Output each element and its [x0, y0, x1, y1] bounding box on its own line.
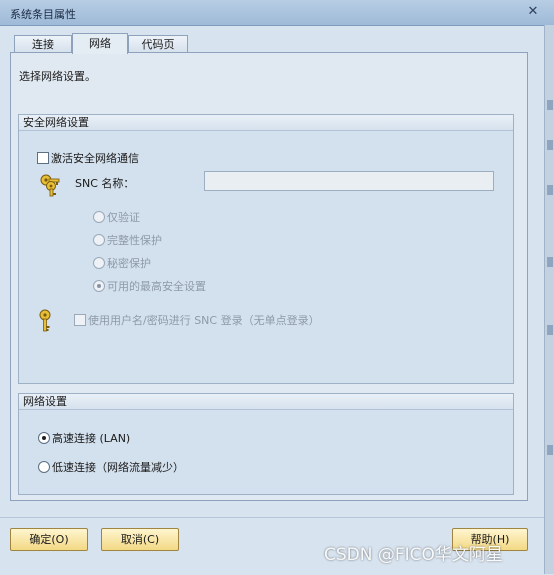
radio-label: 可用的最高安全设置: [107, 280, 206, 293]
enable-snc-label: 激活安全网络通信: [51, 152, 139, 165]
panel-prompt: 选择网络设置。: [19, 70, 96, 83]
key-icon: [39, 309, 51, 332]
radio-high-speed[interactable]: 高速连接 (LAN): [38, 430, 130, 446]
close-icon[interactable]: ✕: [526, 5, 540, 19]
strip-marker: [547, 185, 553, 195]
strip-marker: [547, 140, 553, 150]
radio-max-security[interactable]: 可用的最高安全设置: [93, 278, 206, 294]
strip-marker: [547, 445, 553, 455]
keys-icon: [40, 174, 60, 197]
snc-user-login-checkbox[interactable]: [74, 314, 86, 326]
network-settings-group: 网络设置 高速连接 (LAN) 低速连接（网络流量减少）: [18, 393, 514, 495]
radio-button[interactable]: [93, 257, 105, 269]
ok-button[interactable]: 确定(O): [10, 528, 88, 551]
radio-button[interactable]: [93, 234, 105, 246]
radio-button[interactable]: [38, 432, 50, 444]
security-settings-group: 安全网络设置 激活安全网络通信 SNC 名称： 仅验证 完整性保护 秘密保护 可…: [18, 114, 514, 384]
enable-snc-checkbox[interactable]: [37, 152, 49, 164]
radio-integrity[interactable]: 完整性保护: [93, 232, 162, 248]
strip-marker: [547, 100, 553, 110]
enable-snc-checkbox-row[interactable]: 激活安全网络通信: [37, 150, 139, 166]
strip-marker: [547, 257, 553, 267]
watermark-text: CSDN @FICO华文阿星: [324, 545, 503, 565]
title-bar: 系统条目属性 ✕: [0, 0, 554, 26]
cancel-button[interactable]: 取消(C): [101, 528, 179, 551]
radio-label: 秘密保护: [107, 257, 151, 270]
group-title: 安全网络设置: [19, 115, 513, 131]
radio-privacy[interactable]: 秘密保护: [93, 255, 151, 271]
radio-auth-only[interactable]: 仅验证: [93, 209, 140, 225]
strip-marker: [547, 325, 553, 335]
radio-label: 仅验证: [107, 211, 140, 224]
snc-user-login-checkbox-row[interactable]: 使用用户名/密码进行 SNC 登录（无单点登录）: [74, 312, 320, 328]
window-title: 系统条目属性: [10, 8, 76, 21]
group-title: 网络设置: [19, 394, 513, 410]
radio-label: 完整性保护: [107, 234, 162, 247]
radio-button[interactable]: [93, 280, 105, 292]
network-tab-panel: 选择网络设置。 安全网络设置 激活安全网络通信 SNC 名称： 仅验证 完整性保…: [10, 52, 528, 501]
snc-name-field[interactable]: [204, 171, 494, 191]
radio-button[interactable]: [38, 461, 50, 473]
radio-button[interactable]: [93, 211, 105, 223]
tab-connection[interactable]: 连接: [14, 35, 72, 53]
tab-network[interactable]: 网络: [72, 33, 128, 54]
snc-name-label: SNC 名称：: [75, 177, 135, 190]
radio-label: 高速连接 (LAN): [52, 432, 131, 445]
radio-low-speed[interactable]: 低速连接（网络流量减少）: [38, 459, 184, 475]
radio-label: 低速连接（网络流量减少）: [52, 461, 184, 474]
snc-user-login-label: 使用用户名/密码进行 SNC 登录（无单点登录）: [88, 314, 320, 327]
right-edge-strip: [544, 25, 554, 574]
tab-codepage[interactable]: 代码页: [128, 35, 188, 53]
